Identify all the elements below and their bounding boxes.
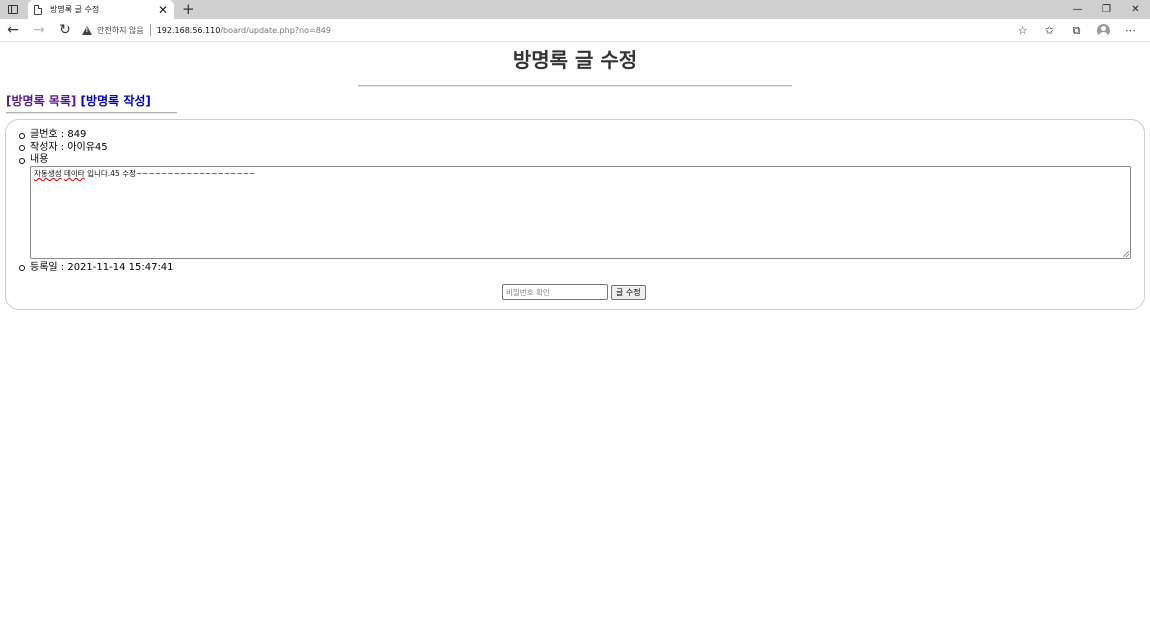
browser-toolbar: ← → ↻ 안전하지 않음 192.168.56.110/board/updat… [0, 19, 1150, 42]
submit-row: 글 수정 [502, 284, 646, 300]
page-title: 방명록 글 수정 [512, 48, 638, 72]
post-info-list: 글번호 : 849 작성자 : 아이유45 내용 [19, 129, 108, 167]
back-button[interactable]: ← [0, 19, 26, 42]
add-favorite-icon[interactable]: ☆ [1009, 24, 1036, 37]
guestbook-write-link[interactable]: [방명록 작성] [81, 94, 151, 108]
reload-button[interactable]: ↻ [52, 19, 78, 42]
browser-tab-active[interactable]: 방명록 글 수정 ✕ [28, 0, 174, 19]
edit-form: 글번호 : 849 작성자 : 아이유45 내용 자동생성 데이타 입니다.45… [5, 119, 1145, 310]
page-icon [34, 4, 42, 15]
profile-button[interactable] [1090, 24, 1117, 37]
title-divider [358, 85, 792, 87]
warning-icon [82, 25, 92, 35]
toolbar-right-icons: ☆ ✩ ⧉ ⋯ [1009, 19, 1144, 42]
close-window-icon[interactable]: ✕ [1121, 0, 1150, 19]
favorites-icon[interactable]: ✩ [1036, 24, 1063, 37]
security-label[interactable]: 안전하지 않음 [97, 25, 144, 36]
content-text: 입니다.45 수정~~~~~~~~~~~~~~~~~~~ [84, 169, 256, 178]
url-path: /board/update.php?no=849 [220, 25, 331, 35]
resize-handle[interactable] [1123, 251, 1129, 257]
restore-icon[interactable]: ❐ [1092, 0, 1121, 19]
content-label: 내용 [19, 154, 108, 167]
nav-divider [6, 112, 177, 114]
guestbook-list-link[interactable]: [방명록 목록] [6, 94, 76, 108]
close-tab-icon[interactable]: ✕ [158, 4, 168, 16]
tab-title: 방명록 글 수정 [50, 5, 100, 14]
content-textarea[interactable]: 자동생성 데이타 입니다.45 수정~~~~~~~~~~~~~~~~~~~ [30, 166, 1131, 259]
minimize-icon[interactable]: — [1063, 0, 1092, 19]
board-nav-links: [방명록 목록] [방명록 작성] [0, 93, 1150, 109]
submit-edit-button[interactable]: 글 수정 [611, 284, 646, 300]
address-bar[interactable]: 안전하지 않음 192.168.56.110/board/update.php?… [82, 19, 331, 42]
window-controls: — ❐ ✕ [1063, 0, 1150, 19]
collections-icon[interactable]: ⧉ [1063, 24, 1090, 38]
page-content: 방명록 글 수정 [방명록 목록] [방명록 작성] 글번호 : 849 작성자… [0, 42, 1150, 310]
post-author: 작성자 : 아이유45 [19, 142, 108, 155]
url-host: 192.168.56.110 [156, 25, 221, 35]
avatar-icon [1097, 24, 1110, 37]
new-tab-button[interactable]: + [182, 0, 195, 19]
content-word-misspelled: 데이타 [64, 169, 85, 178]
browser-tabstrip: 방명록 글 수정 ✕ + — ❐ ✕ [0, 0, 1150, 19]
tab-actions-button[interactable] [0, 0, 26, 19]
address-separator [149, 24, 151, 36]
more-menu-icon[interactable]: ⋯ [1117, 24, 1144, 37]
tab-actions-icon [8, 5, 18, 14]
forward-button[interactable]: → [26, 19, 52, 42]
content-word-misspelled: 자동생성 [34, 169, 62, 178]
password-input[interactable] [502, 284, 608, 300]
post-number: 글번호 : 849 [19, 129, 108, 142]
registration-date: 등록일 : 2021-11-14 15:47:41 [19, 261, 174, 274]
